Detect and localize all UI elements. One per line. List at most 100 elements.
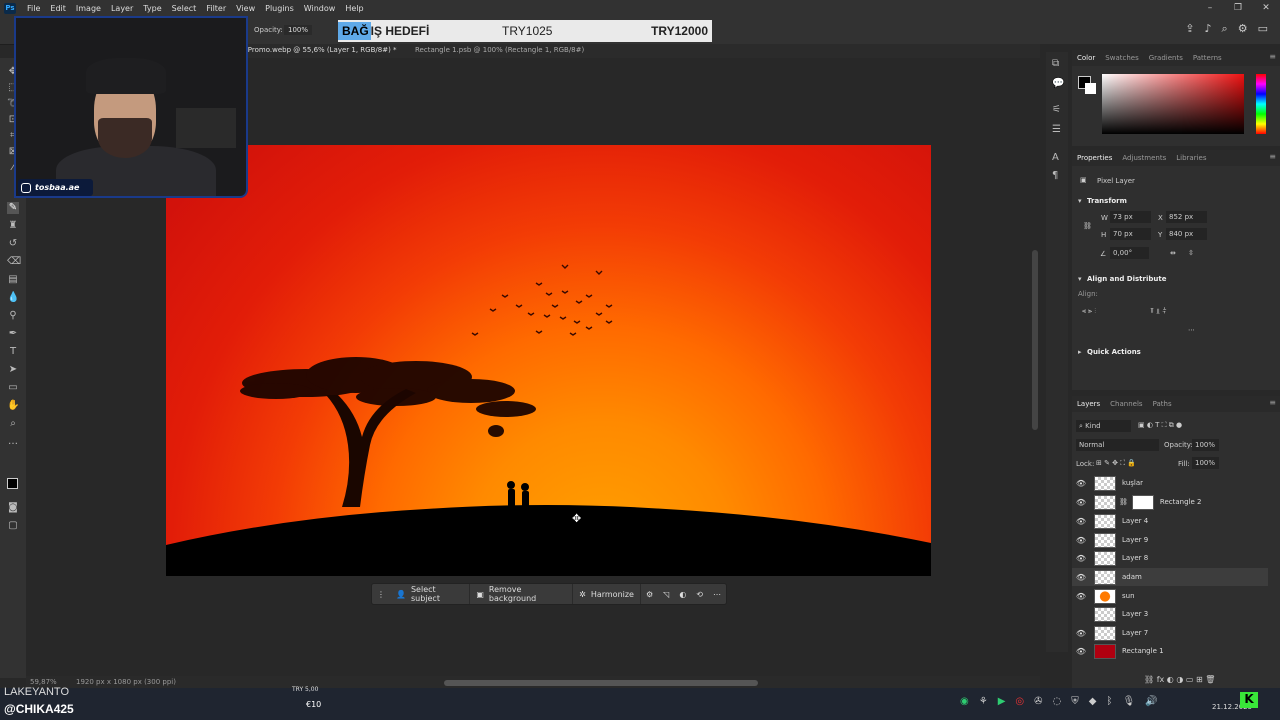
chevron-down-icon[interactable]: ▾	[1078, 197, 1082, 205]
gradient-tool-icon[interactable]: ▤	[7, 274, 19, 286]
zoom-tool-icon[interactable]: ⌕	[7, 418, 19, 430]
wifi-icon[interactable]: ◌	[1053, 696, 1062, 707]
eye-icon[interactable]: 👁	[1072, 592, 1090, 601]
panel-menu-icon[interactable]: ≡	[1269, 52, 1276, 61]
shield-icon[interactable]: ⛨	[1071, 696, 1079, 707]
close-icon[interactable]: ✕	[1252, 3, 1280, 13]
menu-layer[interactable]: Layer	[106, 4, 138, 13]
eye-icon[interactable]: 👁	[1072, 554, 1090, 563]
mic-icon[interactable]: 🎙	[1122, 696, 1135, 707]
character-icon[interactable]: A	[1052, 152, 1059, 163]
menu-type[interactable]: Type	[138, 4, 166, 13]
y-input[interactable]: 840 px	[1166, 228, 1207, 240]
chevron-down-icon[interactable]: ▾	[1078, 275, 1082, 283]
tab-libraries[interactable]: Libraries	[1176, 154, 1206, 162]
panel-menu-icon[interactable]: ≡	[1269, 152, 1276, 161]
horizontal-scrollbar[interactable]	[444, 680, 758, 686]
eye-icon[interactable]: 👁	[1072, 629, 1090, 638]
eye-icon[interactable]: 👁	[1072, 573, 1090, 582]
chat-icon[interactable]: ◆	[1089, 696, 1097, 707]
layer-row[interactable]: 👁 Layer 7	[1072, 624, 1268, 642]
share-icon[interactable]: ⇪	[1185, 22, 1194, 36]
repeat-icon[interactable]: ⟲	[691, 590, 708, 599]
menu-window[interactable]: Window	[299, 4, 341, 13]
restore-icon[interactable]: ❐	[1224, 3, 1252, 13]
eye-icon[interactable]: 👁	[1072, 498, 1090, 507]
layer-opacity-input[interactable]: 100%	[1192, 439, 1219, 451]
drag-handle-icon[interactable]: ⋮	[372, 590, 390, 599]
history-brush-tool-icon[interactable]: ↺	[7, 238, 19, 250]
foreground-color-swatch[interactable]	[7, 478, 18, 489]
height-input[interactable]: 70 px	[1110, 228, 1151, 240]
layer-row[interactable]: 👁 Layer 8	[1072, 549, 1268, 567]
minimize-icon[interactable]: –	[1196, 3, 1224, 13]
record-icon[interactable]: ◎	[1015, 696, 1024, 707]
type-tool-icon[interactable]: T	[7, 346, 19, 358]
width-input[interactable]: 73 px	[1110, 211, 1151, 223]
adjustment-icon[interactable]: ◐	[674, 590, 691, 599]
paragraph-icon[interactable]: ¶	[1052, 170, 1058, 181]
search-icon[interactable]: ⌕	[1222, 22, 1228, 36]
vertical-scrollbar[interactable]	[1032, 250, 1038, 430]
tab-layers[interactable]: Layers	[1077, 400, 1100, 408]
fill-input[interactable]: 100%	[1192, 457, 1219, 469]
more-options-icon[interactable]: ⋯	[708, 590, 726, 599]
adjust-icon[interactable]: ☰	[1052, 124, 1061, 135]
layer-row[interactable]: 👁 kuşlar	[1072, 474, 1268, 492]
tab-promo[interactable]: o_Promo.webp @ 55,6% (Layer 1, RGB/8#) *	[240, 46, 397, 54]
layer-row-selected[interactable]: 👁 adam	[1072, 568, 1268, 586]
background-swatch[interactable]	[1085, 83, 1096, 94]
panel-menu-icon[interactable]: ≡	[1269, 398, 1276, 407]
artwork-canvas[interactable]	[166, 145, 931, 576]
steam-icon[interactable]: ✇	[1034, 696, 1042, 707]
app-icon[interactable]: ⚘	[979, 696, 988, 707]
transform-icon[interactable]: ◹	[658, 590, 674, 599]
layer-row[interactable]: 👁 Layer 9	[1072, 531, 1268, 549]
menu-image[interactable]: Image	[71, 4, 106, 13]
flip-vertical-icon[interactable]: ⇳	[1188, 249, 1194, 257]
eye-icon[interactable]: 👁	[1072, 479, 1090, 488]
tab-channels[interactable]: Channels	[1110, 400, 1142, 408]
link-icon[interactable]: ⛓	[1083, 222, 1092, 230]
layer-row[interactable]: 👁 ⛓ Rectangle 2	[1072, 493, 1268, 511]
layer-action-icons[interactable]: ⛓ fx ◐ ◑ ▭ ⊞ 🗑	[1144, 675, 1215, 684]
blur-tool-icon[interactable]: 💧	[7, 292, 19, 304]
layer-filter-icons[interactable]: ▣ ◐ T ⛶ ⧉ ●	[1138, 421, 1182, 430]
tab-paths[interactable]: Paths	[1153, 400, 1172, 408]
workspace-icon[interactable]: ▭	[1258, 22, 1268, 36]
align-top-icon[interactable]: ⫪ ⫫ ⫩	[1150, 307, 1166, 316]
play-icon[interactable]: ▶	[998, 696, 1006, 707]
blend-mode-select[interactable]: Normal	[1076, 439, 1159, 451]
menu-view[interactable]: View	[231, 4, 260, 13]
layer-row[interactable]: 👁 sun	[1072, 587, 1268, 605]
menu-edit[interactable]: Edit	[45, 4, 71, 13]
comment-icon[interactable]: 💬	[1052, 78, 1064, 89]
volume-icon[interactable]: 🔊	[1145, 696, 1157, 707]
tab-adjustments[interactable]: Adjustments	[1122, 154, 1166, 162]
bluetooth-icon[interactable]: ᛒ	[1106, 696, 1112, 707]
select-subject-button[interactable]: 👤 Select subject	[390, 584, 471, 604]
menu-plugins[interactable]: Plugins	[260, 4, 299, 13]
x-input[interactable]: 852 px	[1166, 211, 1207, 223]
brush-tool-icon[interactable]: ✎	[7, 202, 19, 214]
tab-patterns[interactable]: Patterns	[1193, 54, 1222, 62]
menu-select[interactable]: Select	[167, 4, 202, 13]
more-tools-icon[interactable]: …	[7, 436, 19, 448]
settings-icon[interactable]: ⚙	[641, 590, 658, 599]
notification-icon[interactable]: ♪	[1205, 22, 1212, 36]
align-left-icon[interactable]: ⫷ ⫸ ⫶	[1082, 307, 1096, 316]
eye-icon[interactable]: 👁	[1072, 647, 1090, 656]
screen-mode-icon[interactable]: ▢	[7, 520, 19, 532]
menu-filter[interactable]: Filter	[201, 4, 231, 13]
angle-input[interactable]: 0,00°	[1110, 247, 1149, 259]
shape-tool-icon[interactable]: ▭	[7, 382, 19, 394]
tab-rectangle[interactable]: Rectangle 1.psb @ 100% (Rectangle 1, RGB…	[415, 46, 584, 54]
tab-properties[interactable]: Properties	[1077, 154, 1112, 162]
zoom-level[interactable]: 59,87%	[30, 678, 57, 686]
gear-icon[interactable]: ⚙	[1238, 22, 1248, 36]
hand-tool-icon[interactable]: ✋	[7, 400, 19, 412]
remove-background-button[interactable]: ▣ Remove background	[470, 584, 574, 604]
path-select-tool-icon[interactable]: ➤	[7, 364, 19, 376]
flip-horizontal-icon[interactable]: ⇹	[1170, 249, 1176, 257]
pen-tool-icon[interactable]: ✒	[7, 328, 19, 340]
